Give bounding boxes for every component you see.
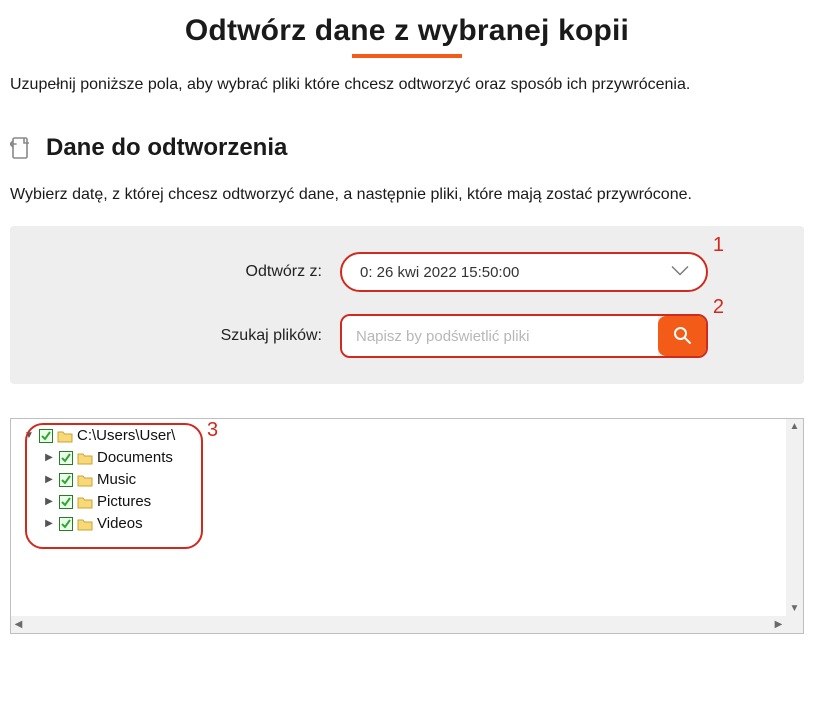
title-underline	[352, 54, 462, 58]
restore-icon	[10, 135, 32, 161]
disclosure-right-icon[interactable]: ▶	[43, 513, 55, 535]
annotation-3: 3	[207, 419, 218, 442]
tree-child-row[interactable]: ▶ Videos	[17, 513, 780, 535]
scroll-left-icon[interactable]: ◀	[11, 617, 26, 632]
scrollbar-vertical[interactable]: ▲ ▼	[786, 419, 803, 616]
form-panel: Odtwórz z: 0: 26 kwi 2022 15:50:00 1 Szu…	[10, 226, 804, 384]
disclosure-right-icon[interactable]: ▶	[43, 469, 55, 491]
tree-checkbox[interactable]	[59, 495, 73, 509]
search-button[interactable]	[658, 316, 706, 356]
page-instructions: Uzupełnij poniższe pola, aby wybrać plik…	[10, 76, 804, 94]
section-instructions: Wybierz datę, z której chcesz odtworzyć …	[10, 186, 804, 204]
tree-node-label: C:\Users\User\	[77, 425, 175, 447]
search-label: Szukaj plików:	[40, 327, 340, 345]
scroll-corner	[786, 616, 803, 633]
folder-icon	[77, 473, 93, 487]
tree-node-label: Videos	[97, 513, 143, 535]
tree-child-row[interactable]: ▶ Pictures	[17, 491, 780, 513]
annotation-2: 2	[713, 296, 724, 319]
page-title: Odtwórz dane z wybranej kopii	[10, 14, 804, 48]
disclosure-right-icon[interactable]: ▶	[43, 491, 55, 513]
section-title: Dane do odtworzenia	[46, 134, 287, 162]
disclosure-right-icon[interactable]: ▶	[43, 447, 55, 469]
annotation-1: 1	[713, 234, 724, 257]
scroll-up-icon[interactable]: ▲	[787, 419, 802, 434]
restore-from-label: Odtwórz z:	[40, 263, 340, 281]
search-input[interactable]	[342, 316, 658, 356]
scrollbar-horizontal[interactable]: ◀ ▶	[11, 616, 786, 633]
tree-checkbox[interactable]	[59, 451, 73, 465]
tree-child-row[interactable]: ▶ Documents	[17, 447, 780, 469]
tree-node-label: Pictures	[97, 491, 151, 513]
disclosure-down-icon[interactable]: ▼	[23, 425, 35, 447]
tree-root-row[interactable]: ▼ C:\Users\User\	[17, 425, 780, 447]
restore-from-select[interactable]: 0: 26 kwi 2022 15:50:00	[340, 252, 708, 292]
tree-checkbox[interactable]	[59, 473, 73, 487]
file-tree: 3 ▼ C:\Users\User\	[10, 418, 804, 634]
scroll-down-icon[interactable]: ▼	[787, 601, 802, 616]
tree-child-row[interactable]: ▶ Music	[17, 469, 780, 491]
folder-icon	[77, 517, 93, 531]
search-icon	[672, 325, 692, 348]
section-header: Dane do odtworzenia	[10, 134, 804, 162]
scroll-right-icon[interactable]: ▶	[771, 617, 786, 632]
folder-icon	[77, 495, 93, 509]
tree-node-label: Documents	[97, 447, 173, 469]
folder-icon	[77, 451, 93, 465]
restore-from-value: 0: 26 kwi 2022 15:50:00	[360, 264, 519, 281]
tree-node-label: Music	[97, 469, 136, 491]
chevron-down-icon	[670, 264, 690, 281]
folder-icon	[57, 429, 73, 443]
tree-checkbox[interactable]	[39, 429, 53, 443]
tree-checkbox[interactable]	[59, 517, 73, 531]
